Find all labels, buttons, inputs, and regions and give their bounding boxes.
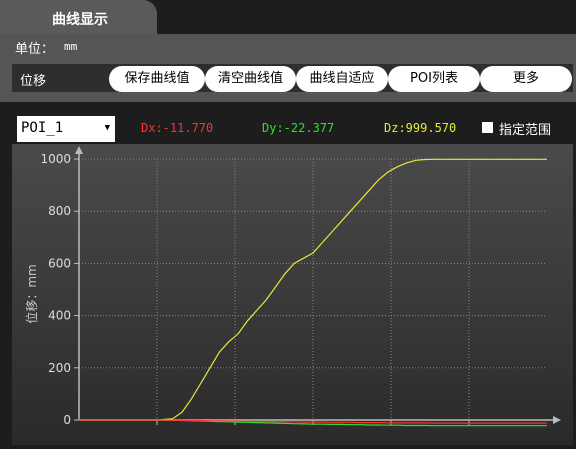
dx-readout: Dx:-11.770 bbox=[141, 121, 214, 135]
clear-curve-button[interactable]: 清空曲线值 bbox=[205, 66, 296, 92]
y-tick-label: 200 bbox=[48, 361, 71, 375]
more-button[interactable]: 更多 bbox=[480, 66, 572, 92]
poi-list-button[interactable]: POI列表 bbox=[388, 66, 480, 92]
poi-select[interactable]: POI_1 ▼ bbox=[17, 116, 115, 142]
tab-curve-display[interactable]: 曲线显示 bbox=[0, 0, 157, 36]
displacement-chart: 0 200 400 600 800 1000 位移：mm bbox=[12, 144, 573, 445]
y-tick-label: 0 bbox=[63, 413, 71, 427]
y-tick-label: 600 bbox=[48, 256, 71, 270]
save-curve-button[interactable]: 保存曲线值 bbox=[109, 66, 205, 92]
control-panel: 单位： mm 位移 保存曲线值 清空曲线值 曲线自适应 POI列表 更多 bbox=[0, 34, 576, 102]
dy-readout: Dy:-22.377 bbox=[262, 121, 335, 135]
range-label: 指定范围 bbox=[499, 123, 552, 138]
mode-label: 位移 bbox=[20, 74, 47, 89]
toolbar: 位移 保存曲线值 清空曲线值 曲线自适应 POI列表 更多 bbox=[12, 64, 573, 92]
y-tick-label: 400 bbox=[48, 309, 71, 323]
y-axis-label: 位移：mm bbox=[24, 264, 39, 323]
y-tick-label: 1000 bbox=[40, 152, 71, 166]
tab-label: 曲线显示 bbox=[52, 12, 108, 28]
chart-background bbox=[12, 144, 573, 445]
unit-value: mm bbox=[64, 40, 78, 53]
dz-readout: Dz:999.570 bbox=[384, 121, 457, 135]
y-tick-label: 800 bbox=[48, 204, 71, 218]
unit-label: 单位： bbox=[15, 42, 55, 57]
auto-fit-button[interactable]: 曲线自适应 bbox=[296, 66, 388, 92]
chevron-down-icon: ▼ bbox=[104, 123, 110, 133]
poi-select-value: POI_1 bbox=[21, 120, 64, 136]
range-checkbox[interactable] bbox=[482, 122, 493, 133]
chart-area: 0 200 400 600 800 1000 位移：mm bbox=[12, 144, 573, 445]
